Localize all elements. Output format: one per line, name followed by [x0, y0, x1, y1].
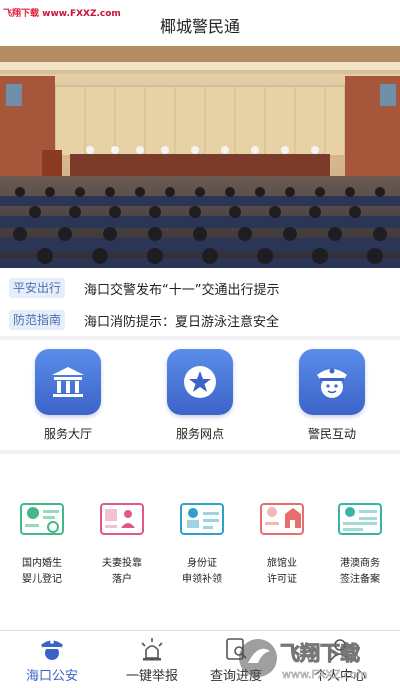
tab-label: 海口公安 — [25, 669, 78, 684]
service-grid: 服务大厅 服务网点 警民互动 — [0, 340, 400, 450]
quick-label: 夫妻投靠 落户 — [84, 556, 160, 588]
service-outlet-button[interactable]: 服务网点 — [166, 349, 234, 442]
hotel-permit-button[interactable]: 旅馆业 许可证 — [244, 500, 320, 588]
tab-haikou-police[interactable]: 海口公安 — [12, 635, 92, 684]
quick-label: 旅馆业 许可证 — [244, 556, 320, 588]
quick-label-line2: 许可证 — [267, 574, 297, 585]
quick-label: 国内婚生 婴儿登记 — [4, 556, 80, 588]
notice-tag: 防范指南 — [9, 310, 66, 330]
service-label: 服务大厅 — [43, 427, 92, 441]
service-label: 服务网点 — [175, 427, 224, 441]
app-root: 飞翔下载 www.FXXZ.com 椰城警民通 平安出行 海口交警发布“十一”交… — [0, 0, 400, 688]
tab-one-click-report[interactable]: 一键举报 — [112, 635, 192, 684]
quick-label-line2: 婴儿登记 — [22, 574, 62, 585]
notice-item[interactable]: 防范指南 海口消防提示：夏日游泳注意安全 — [0, 304, 400, 334]
hotel-permit-icon — [260, 503, 304, 535]
banner-photo — [0, 46, 400, 268]
watermark-logo-url: www.FXXZ.com — [282, 668, 367, 681]
bottom-nav: 海口公安 一键举报 查询进度 个人中心 飞翔下载 www.FXXZ.com — [0, 630, 400, 688]
quick-label: 港澳商务 签注备案 — [322, 556, 398, 588]
notice-item[interactable]: 平安出行 海口交警发布“十一”交通出行提示 — [0, 272, 400, 302]
watermark-logo: 飞翔下载 www.FXXZ.com — [239, 639, 368, 681]
business-visa-icon — [338, 503, 382, 535]
star-icon — [167, 349, 233, 415]
birth-registration-button[interactable]: 国内婚生 婴儿登记 — [4, 500, 80, 588]
notice-text[interactable]: 海口交警发布“十一”交通出行提示 — [84, 279, 279, 298]
tab-label: 一键举报 — [125, 669, 178, 684]
quick-label-line1: 夫妻投靠 — [102, 558, 142, 569]
watermark-logo-text: 飞翔下载 — [280, 641, 360, 665]
quick-label-line2: 申领补领 — [182, 574, 222, 585]
id-card-icon — [180, 503, 224, 535]
quick-service-grid: 国内婚生 婴儿登记 夫妻投靠 落户 身份证 申领补领 旅馆业 许可证 港澳商务 … — [0, 454, 400, 630]
business-visa-button[interactable]: 港澳商务 签注备案 — [322, 500, 398, 588]
household-card-icon — [100, 503, 144, 535]
notice-tag: 平安出行 — [9, 278, 66, 298]
quick-label-line1: 旅馆业 — [267, 558, 297, 569]
quick-label-line2: 落户 — [112, 574, 132, 585]
app-header: 飞翔下载 www.FXXZ.com 椰城警民通 — [0, 0, 400, 46]
service-hall-button[interactable]: 服务大厅 — [34, 349, 102, 442]
police-officer-icon — [299, 349, 365, 415]
quick-label: 身份证 申领补领 — [164, 556, 240, 588]
birth-registration-card-icon — [20, 503, 64, 535]
quick-label-line2: 签注备案 — [340, 574, 380, 585]
quick-label-line1: 国内婚生 — [22, 558, 62, 569]
quick-label-line1: 身份证 — [187, 558, 217, 569]
service-label: 警民互动 — [307, 427, 356, 441]
notice-list: 平安出行 海口交警发布“十一”交通出行提示 防范指南 海口消防提示：夏日游泳注意… — [0, 268, 400, 336]
banner-image[interactable] — [0, 46, 400, 268]
quick-label-line1: 港澳商务 — [340, 558, 380, 569]
bank-building-icon — [35, 349, 101, 415]
alarm-light-icon — [112, 635, 192, 663]
spouse-household-button[interactable]: 夫妻投靠 落户 — [84, 500, 160, 588]
page-title: 椰城警民通 — [159, 17, 240, 36]
notice-text[interactable]: 海口消防提示：夏日游泳注意安全 — [84, 311, 279, 330]
id-card-button[interactable]: 身份证 申领补领 — [164, 500, 240, 588]
police-badge-icon — [12, 635, 92, 663]
police-interaction-button[interactable]: 警民互动 — [298, 349, 366, 442]
